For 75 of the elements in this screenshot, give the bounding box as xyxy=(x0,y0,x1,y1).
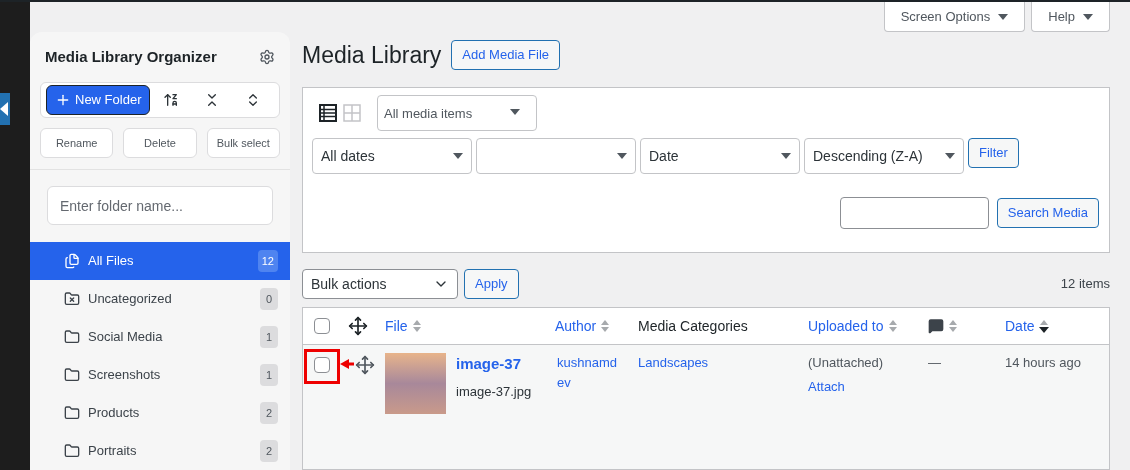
folder-x-icon xyxy=(64,291,80,307)
action-button[interactable]: Bulk select xyxy=(206,128,280,159)
caret-icon xyxy=(1083,13,1093,20)
folder-item[interactable]: Uncategorized 0 xyxy=(30,280,290,318)
column-header[interactable]: File xyxy=(385,316,408,336)
column-header: Media Categories xyxy=(638,317,748,336)
folder-item[interactable]: Products 2 xyxy=(30,394,290,432)
action-button[interactable]: Rename xyxy=(40,128,114,159)
folder-count: 2 xyxy=(260,440,278,462)
media-type-select[interactable]: All media items xyxy=(377,95,537,131)
column-header[interactable]: Date xyxy=(1005,316,1035,336)
attach-link[interactable]: Attach xyxy=(808,376,918,396)
orderby-select[interactable]: Date xyxy=(640,138,800,174)
file-name: image-37.jpg xyxy=(456,382,532,401)
move-icon xyxy=(347,316,368,336)
folder-icon xyxy=(64,367,80,383)
caret-icon xyxy=(781,153,791,159)
list-view-icon[interactable] xyxy=(319,104,337,122)
menu-pointer xyxy=(0,93,10,125)
category-link[interactable]: Landscapes xyxy=(638,355,709,370)
folder-icon xyxy=(64,405,80,421)
folder-name: Social Media xyxy=(88,328,164,347)
search-field[interactable] xyxy=(839,197,989,229)
apply-button[interactable]: Apply xyxy=(464,269,519,299)
caret-icon xyxy=(945,153,955,159)
folder-count: 2 xyxy=(260,402,278,424)
files-icon xyxy=(64,253,80,269)
move-icon[interactable] xyxy=(355,355,375,375)
folder-item[interactable]: Portraits 2 xyxy=(30,432,290,470)
folder-count: 1 xyxy=(260,326,278,348)
action-button[interactable]: Delete xyxy=(123,128,197,159)
items-count: 12 items xyxy=(1060,275,1110,294)
arrow-annotation xyxy=(340,358,354,370)
bulk-actions-select[interactable]: Bulk actions xyxy=(302,269,458,299)
caret-icon xyxy=(510,109,520,115)
add-media-button[interactable]: Add Media File xyxy=(451,40,561,70)
uploaded-to-text: (Unattached) xyxy=(808,354,885,372)
photo-placeholder xyxy=(385,353,446,414)
settings-icon[interactable] xyxy=(259,48,275,65)
folder-name: Screenshots xyxy=(88,366,162,385)
select-all-checkbox[interactable] xyxy=(313,318,330,334)
screen-options-button[interactable]: Screen Options xyxy=(883,2,1026,32)
folder-icon xyxy=(64,329,80,345)
author-link[interactable]: kushnamdev xyxy=(557,353,622,393)
sort-icon[interactable] xyxy=(163,91,180,108)
order-select[interactable]: Descending (Z-A) xyxy=(804,138,964,174)
folder-item[interactable]: Social Media 1 xyxy=(30,318,290,356)
caret-icon xyxy=(453,153,463,159)
folder-name: Portraits xyxy=(88,442,138,461)
comment-icon[interactable] xyxy=(928,318,944,334)
date-text: 14 hours ago xyxy=(1005,355,1081,370)
folder-count: 0 xyxy=(260,288,278,310)
new-folder-button[interactable]: New Folder xyxy=(46,84,151,115)
folder-name-field[interactable]: Enter folder name... xyxy=(47,186,273,225)
panel-title: Media Library Organizer xyxy=(45,46,217,67)
folder-count: 12 xyxy=(257,250,278,272)
column-header[interactable]: Uploaded to xyxy=(808,316,884,336)
folder-icon xyxy=(64,443,80,459)
column-header[interactable]: Author xyxy=(555,316,597,336)
filter-button[interactable]: Filter xyxy=(968,138,1019,168)
search-media-button[interactable]: Search Media xyxy=(996,198,1099,228)
file-title-link[interactable]: image-37 xyxy=(456,353,532,376)
folder-name: All Files xyxy=(88,252,135,271)
caret-icon xyxy=(998,13,1009,20)
folder-item[interactable]: Screenshots 1 xyxy=(30,356,290,394)
comment-count: — xyxy=(928,355,941,370)
folder-name: Uncategorized xyxy=(88,290,173,309)
folder-item[interactable]: All Files 12 xyxy=(30,242,290,280)
dates-select[interactable]: All dates xyxy=(312,138,472,174)
caret-icon xyxy=(617,153,627,159)
row-checkbox[interactable] xyxy=(313,357,330,373)
folder-count: 1 xyxy=(260,364,278,386)
help-button[interactable]: Help xyxy=(1031,2,1110,32)
page-title: Media Library xyxy=(302,40,442,70)
folder-name: Products xyxy=(88,404,141,423)
